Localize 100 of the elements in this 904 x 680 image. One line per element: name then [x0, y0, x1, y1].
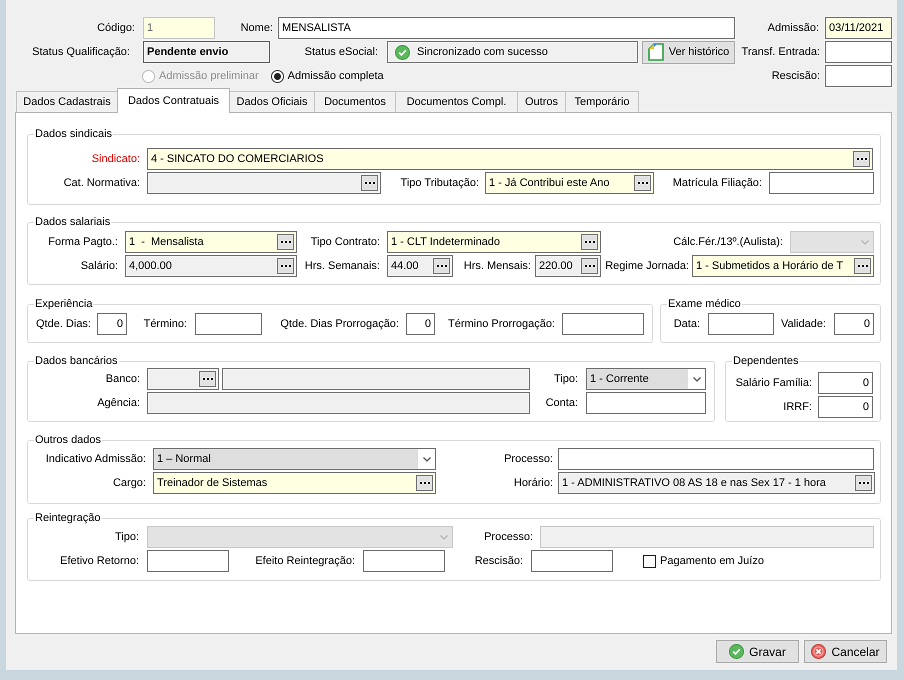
lookup-field[interactable]	[147, 368, 219, 390]
x-circle-icon	[811, 644, 826, 659]
document-icon	[648, 43, 664, 61]
group-title: Dados sindicais	[34, 127, 114, 141]
field-label: Processo:	[484, 530, 533, 545]
lookup-button[interactable]	[854, 258, 871, 274]
number-field[interactable]: 0	[818, 396, 873, 418]
field-label: Qtde. Dias Prorrogação:	[280, 316, 399, 332]
lookup-field[interactable]: Treinador de Sistemas	[153, 472, 436, 494]
text-field[interactable]	[769, 172, 874, 194]
check-circle-icon	[395, 44, 410, 60]
tab[interactable]: Dados Contratuais	[117, 88, 230, 113]
lookup-button[interactable]	[361, 175, 378, 191]
field-label: Tipo:	[114, 530, 139, 545]
lookup-field[interactable]: 1 - Mensalista	[125, 231, 297, 253]
number-field[interactable]: 0	[818, 372, 873, 394]
number-field[interactable]: 0	[834, 313, 874, 335]
text-field[interactable]	[195, 313, 262, 335]
field-label: Salário:	[80, 258, 118, 274]
text-field[interactable]	[147, 550, 229, 572]
field-label: Hrs. Mensais:	[464, 258, 531, 274]
field-label: IRRF:	[783, 400, 812, 415]
cancel-button[interactable]: Cancelar	[804, 640, 887, 663]
lookup-button[interactable]	[277, 258, 294, 274]
field-label: Hrs. Semanais:	[304, 258, 380, 274]
field-label: Regime Jornada:	[605, 258, 689, 274]
tab[interactable]: Dados Cadastrais	[16, 91, 118, 112]
lookup-field[interactable]: 1 - Submetidos a Horário de T	[692, 255, 874, 277]
lookup-button[interactable]	[433, 258, 450, 274]
tab[interactable]: Temporário	[565, 91, 639, 112]
lookup-button[interactable]	[277, 234, 294, 250]
chevron-down-icon	[440, 534, 448, 540]
field-label: Salário Família:	[736, 376, 812, 391]
text-field[interactable]	[708, 313, 774, 335]
field-label: Indicativo Admissão:	[46, 452, 146, 467]
lookup-button[interactable]	[634, 175, 651, 191]
radio-icon[interactable]	[270, 70, 284, 82]
field-label: Cargo:	[112, 476, 146, 491]
dropdown[interactable]: 1 - Corrente	[586, 368, 706, 390]
field-label: Admissão:	[768, 20, 819, 36]
number-field[interactable]: 0	[406, 313, 435, 335]
radio-option[interactable]: Admissão completa	[270, 68, 384, 84]
field-label: Validade:	[780, 316, 826, 332]
dropdown[interactable]: 1 – Normal	[153, 448, 436, 470]
lookup-button[interactable]	[416, 475, 433, 491]
lookup-button[interactable]	[581, 258, 598, 274]
field-label: Matrícula Filiação:	[672, 176, 762, 191]
lookup-field[interactable]: 4 - SINCATO DO COMERCIARIOS	[147, 148, 873, 170]
chevron-down-icon	[692, 376, 700, 382]
lookup-field[interactable]: 1 - CLT Indeterminado	[387, 231, 601, 253]
text-field[interactable]	[558, 448, 874, 470]
field-label: Transf. Entrada:	[742, 44, 820, 60]
field-label: Conta:	[546, 396, 578, 411]
field-label: Efetivo Retorno:	[60, 554, 139, 569]
group-title: Dados bancários	[34, 354, 119, 368]
field-label: Tipo Tributação:	[400, 176, 479, 191]
checkbox-icon[interactable]	[643, 554, 656, 568]
lookup-field[interactable]: 4,000.00	[125, 255, 297, 277]
field-label: Nome:	[240, 20, 273, 36]
lookup-field[interactable]: 1 - ADMINISTRATIVO 08 AS 18 e nas Sex 17 - 1 hora	[558, 472, 875, 494]
status-field: Pendente envio	[143, 41, 270, 63]
field-label: Cat. Normativa:	[64, 176, 140, 191]
group-title: Outros dados	[34, 433, 102, 447]
text-field[interactable]: MENSALISTA	[278, 17, 735, 39]
field-label: Término Prorrogação:	[448, 316, 555, 332]
lookup-button[interactable]	[853, 151, 870, 167]
field-label: Efeito Reintegração:	[255, 554, 355, 569]
lookup-field[interactable]: 44.00	[387, 255, 453, 277]
field-label: Status eSocial:	[304, 44, 378, 60]
lookup-field[interactable]: 1 - Já Contribui este Ano	[485, 172, 654, 194]
lookup-button[interactable]	[581, 234, 598, 250]
text-field[interactable]	[825, 41, 892, 63]
field-label: Rescisão:	[474, 554, 523, 569]
text-field[interactable]	[531, 550, 613, 572]
group-title: Dependentes	[732, 354, 800, 368]
save-button[interactable]: Gravar	[716, 640, 799, 663]
lookup-button[interactable]	[199, 371, 216, 387]
checkbox-option[interactable]: Pagamento em Juízo	[643, 550, 764, 572]
text-field[interactable]: 03/11/2021	[825, 17, 892, 39]
text-field[interactable]	[363, 550, 445, 572]
field-label: Rescisão:	[772, 68, 820, 84]
field-label: Forma Pagto.:	[48, 234, 118, 250]
field-label: Status Qualificação:	[32, 44, 130, 60]
field-label: Término:	[144, 316, 187, 332]
group-title: Reintegração	[34, 511, 102, 525]
history-button[interactable]: Ver histórico	[642, 40, 735, 64]
field-label: Tipo:	[554, 372, 578, 387]
lookup-field[interactable]	[147, 172, 381, 194]
number-field[interactable]: 0	[97, 313, 127, 335]
lookup-field[interactable]: 220.00	[535, 255, 601, 277]
field-label: Agência:	[97, 396, 140, 411]
check-circle-icon	[729, 644, 744, 659]
text-field[interactable]	[586, 392, 706, 414]
lookup-button[interactable]	[855, 475, 872, 491]
status-text: Sincronizado com sucesso	[417, 44, 548, 60]
group-title: Dados salariais	[34, 215, 112, 229]
text-field[interactable]	[147, 392, 530, 414]
text-field[interactable]	[222, 368, 530, 390]
text-field[interactable]	[562, 313, 644, 335]
text-field[interactable]	[825, 65, 892, 87]
